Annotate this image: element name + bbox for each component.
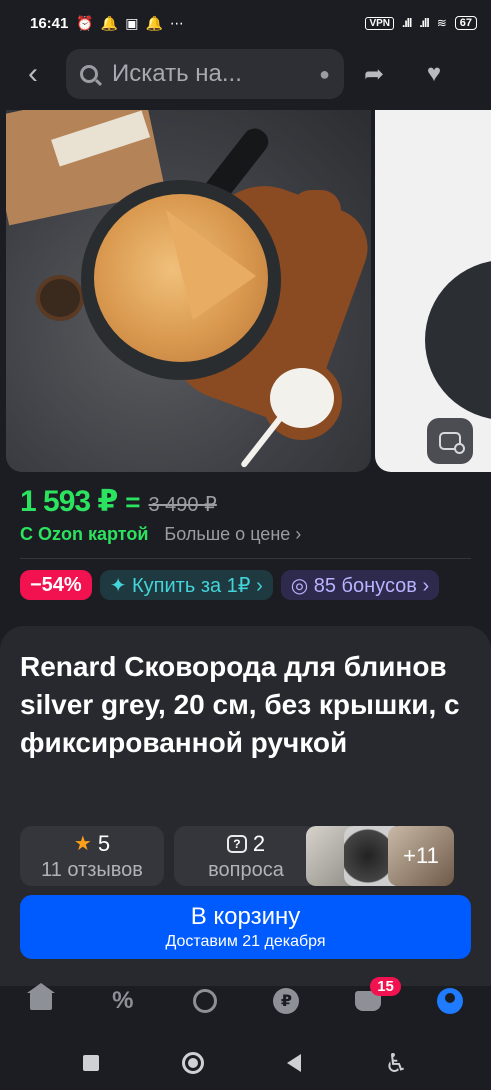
promo-chips: −54% ✦ Купить за 1₽ › ◎ 85 бонусов › <box>20 570 440 600</box>
price-row: 1 593 ₽ = 3 490 ₽ <box>20 484 217 519</box>
current-price: 1 593 ₽ <box>20 485 118 518</box>
back-arrow-icon[interactable]: ‹ <box>0 57 66 91</box>
hanger-icon <box>192 989 217 1013</box>
buy-for-1-ruble-chip[interactable]: ✦ Купить за 1₽ › <box>99 570 273 600</box>
divider <box>20 558 471 559</box>
product-stats: ★ 5 11 отзывов ? 2 вопроса <box>20 826 318 886</box>
system-nav-bar: ♿ <box>0 1036 491 1090</box>
question-icon: ? <box>226 834 247 853</box>
signal-icon-2: .ıll <box>419 16 429 30</box>
more-photos-thumb[interactable]: +11 <box>388 826 454 886</box>
more-about-price-link[interactable]: Больше о цене › <box>164 524 301 545</box>
recents-icon[interactable] <box>83 1055 100 1071</box>
tab-fresh[interactable] <box>185 981 225 1021</box>
alarm-icon: ⏰ <box>76 14 94 31</box>
questions-count: 2 <box>252 830 266 856</box>
notification-bell-icon: 🔔 <box>100 14 119 31</box>
home-button-icon[interactable] <box>182 1052 205 1074</box>
product-gallery[interactable] <box>6 110 491 472</box>
app-notification-icon: ▣ <box>125 14 139 31</box>
microphone-icon[interactable]: ● <box>319 64 330 85</box>
clock: 16:41 <box>30 14 69 32</box>
ozon-card-row: С Ozon картой Больше о цене › <box>20 524 301 545</box>
questions-label: вопроса <box>208 858 284 881</box>
bonus-chip[interactable]: ◎ 85 бонусов › <box>280 570 440 600</box>
frying-pan-photo <box>425 260 491 420</box>
battery-indicator: 67 <box>454 16 477 30</box>
search-icon <box>80 65 98 83</box>
product-photo-second[interactable] <box>375 110 491 472</box>
product-title: Renard Сковорода для блинов silver grey,… <box>20 651 460 758</box>
star-icon: ★ <box>73 833 92 855</box>
add-to-cart-button[interactable]: В корзину Доставим 21 декабря <box>20 895 471 959</box>
discount-badge: −54% <box>20 570 92 600</box>
signal-icon: .ıll <box>402 16 412 30</box>
add-to-cart-label: В корзину <box>190 903 301 930</box>
cart-badge: 15 <box>370 977 401 996</box>
search-input[interactable]: Искать на... <box>112 60 319 88</box>
accessibility-icon[interactable]: ♿ <box>385 1048 408 1079</box>
ruble-icon: ₽ <box>273 988 300 1014</box>
reviews-block[interactable]: ★ 5 11 отзывов <box>20 826 164 886</box>
old-price: 3 490 ₽ <box>148 494 217 516</box>
rating-value: 5 <box>97 830 111 856</box>
product-photo-main[interactable] <box>6 110 371 472</box>
profile-icon <box>437 988 464 1014</box>
wooden-spoon <box>36 275 84 321</box>
vpn-indicator: VPN <box>365 16 394 30</box>
top-nav: ‹ Искать на... ● ➦ ♥ <box>0 46 491 102</box>
tab-discounts[interactable]: % <box>103 981 143 1021</box>
status-bar: 16:41 ⏰ 🔔 ▣ 🔔 ⋯ VPN .ıll .ıll ≋ 67 <box>0 0 491 46</box>
wifi-icon: ≋ <box>436 16 447 30</box>
questions-block[interactable]: ? 2 вопроса <box>174 826 318 886</box>
back-triangle-icon[interactable] <box>287 1054 302 1072</box>
equals-icon: = <box>125 487 141 517</box>
more-notifications-icon: ⋯ <box>169 14 184 31</box>
share-icon[interactable]: ➦ <box>344 60 404 89</box>
tab-home[interactable] <box>21 981 61 1021</box>
tab-cart[interactable]: 15 <box>348 977 401 1021</box>
tab-bank[interactable]: ₽ <box>266 981 306 1021</box>
bottom-tab-bar: % ₽ 15 <box>0 976 491 1026</box>
delivery-date: Доставим 21 декабря <box>165 933 326 950</box>
reviews-count: 11 отзывов <box>41 858 143 881</box>
favorite-heart-icon[interactable]: ♥ <box>404 60 464 88</box>
customer-photos[interactable]: +11 <box>306 826 454 886</box>
image-search-icon <box>439 432 465 454</box>
notification-bell-icon-2: 🔔 <box>145 14 163 31</box>
percent-icon: % <box>112 987 134 1014</box>
ozon-card-label: С Ozon картой <box>20 524 149 544</box>
tab-profile[interactable] <box>430 981 470 1021</box>
home-icon <box>26 983 55 1010</box>
visual-search-button[interactable] <box>427 418 473 464</box>
search-bar[interactable]: Искать на... ● <box>66 49 344 99</box>
